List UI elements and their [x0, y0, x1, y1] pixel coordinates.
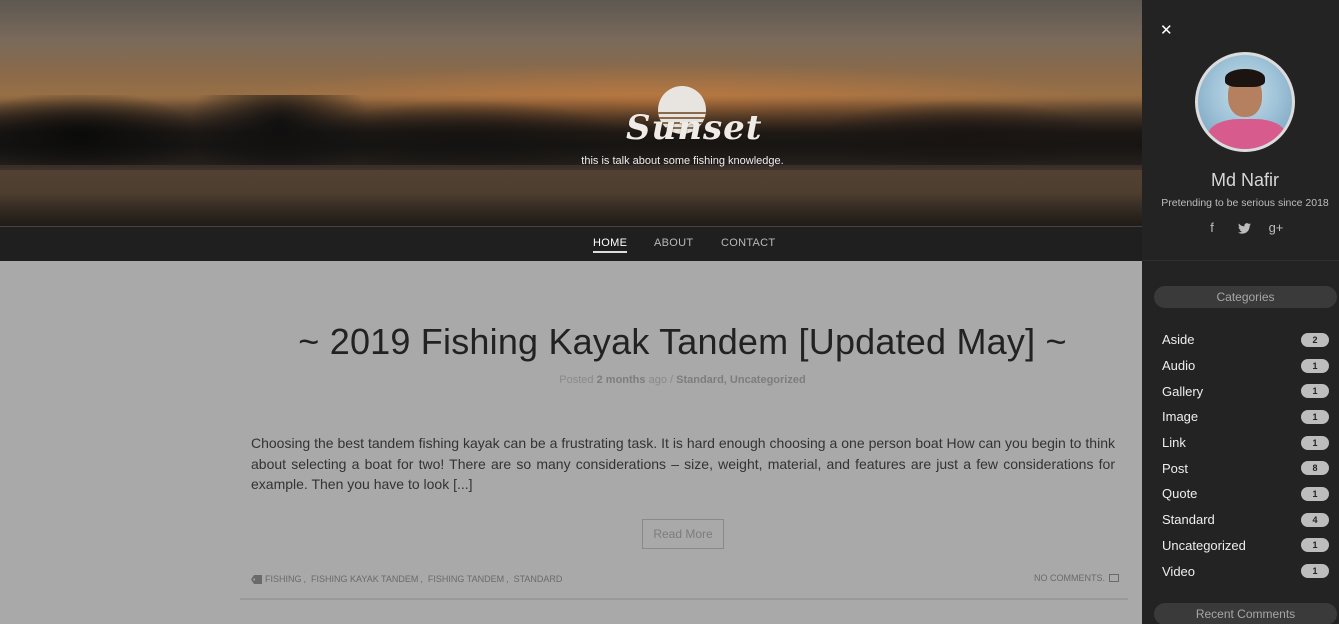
post-divider: [240, 598, 1128, 600]
google-plus-icon[interactable]: g+: [1268, 220, 1284, 236]
recent-comments-widget-title: Recent Comments: [1154, 603, 1337, 624]
sidebar-divider: [1142, 260, 1339, 261]
count-badge: 8: [1301, 461, 1329, 476]
post-tags: FISHING, FISHING KAYAK TANDEM, FISHING T…: [251, 572, 562, 586]
comments-label: NO COMMENTS.: [1034, 573, 1105, 583]
main-navigation: HOME ABOUT CONTACT: [0, 226, 1142, 261]
site-tagline: this is talk about some fishing knowledg…: [581, 155, 784, 167]
meta-ago-label: ago: [648, 374, 667, 386]
read-more-button[interactable]: Read More: [642, 519, 724, 549]
nav-contact[interactable]: CONTACT: [721, 237, 775, 249]
meta-time: 2 months: [596, 374, 646, 386]
count-badge: 1: [1301, 409, 1329, 424]
post-meta: Posted 2 months ago / Standard, Uncatego…: [0, 374, 1339, 386]
header-hero: Sunset this is talk about some fishing k…: [0, 0, 1142, 226]
categories-widget-title: Categories: [1154, 286, 1337, 308]
sidebar-panel: ✕ Md Nafir Pretending to be serious sinc…: [1142, 0, 1339, 624]
category-item[interactable]: Uncategorized 1: [1162, 533, 1329, 559]
count-badge: 1: [1301, 538, 1329, 553]
categories-list: Aside 2 Audio 1 Gallery 1 Image 1 Link 1 Post…: [1162, 327, 1329, 584]
tag-link[interactable]: FISHING TANDEM: [428, 574, 504, 584]
count-badge: 1: [1301, 358, 1329, 373]
category-item[interactable]: Audio 1: [1162, 353, 1329, 379]
nav-about[interactable]: ABOUT: [654, 237, 693, 249]
post-title[interactable]: ~ 2019 Fishing Kayak Tandem [Updated May…: [0, 321, 1339, 363]
meta-separator: /: [670, 374, 674, 386]
count-badge: 1: [1301, 384, 1329, 399]
comment-icon: [1109, 574, 1119, 582]
nav-home[interactable]: HOME: [593, 237, 628, 253]
count-badge: 1: [1301, 486, 1329, 501]
category-item[interactable]: Quote 1: [1162, 481, 1329, 507]
meta-posted-label: Posted: [559, 374, 594, 386]
post-excerpt: Choosing the best tandem fishing kayak c…: [251, 435, 1115, 492]
category-item[interactable]: Aside 2: [1162, 327, 1329, 353]
tag-icon: [251, 574, 262, 584]
avatar: [1195, 52, 1295, 152]
count-badge: 1: [1301, 435, 1329, 450]
category-item[interactable]: Gallery 1: [1162, 378, 1329, 404]
tag-link[interactable]: FISHING: [265, 574, 302, 584]
category-item[interactable]: Link 1: [1162, 430, 1329, 456]
profile-name: Md Nafir: [1210, 170, 1279, 190]
count-badge: 2: [1301, 332, 1329, 347]
twitter-icon[interactable]: [1236, 220, 1252, 236]
site-logo[interactable]: Sunset: [582, 84, 763, 154]
logo-text: Sunset: [626, 108, 763, 148]
meta-categories[interactable]: Standard, Uncategorized: [676, 374, 806, 386]
water-reflection: [0, 170, 1142, 226]
category-item[interactable]: Standard 4: [1162, 507, 1329, 533]
category-item[interactable]: Post 8: [1162, 455, 1329, 481]
close-icon[interactable]: ✕: [1160, 20, 1176, 40]
facebook-icon[interactable]: f: [1204, 220, 1220, 236]
tag-link[interactable]: FISHING KAYAK TANDEM: [311, 574, 418, 584]
count-badge: 1: [1301, 564, 1329, 579]
main-content: ~ 2019 Fishing Kayak Tandem [Updated May…: [0, 261, 1142, 624]
comments-link[interactable]: NO COMMENTS.: [1034, 573, 1119, 583]
count-badge: 4: [1301, 512, 1329, 527]
social-links: f g+: [1204, 220, 1284, 236]
category-item[interactable]: Video 1: [1162, 558, 1329, 584]
tag-link[interactable]: STANDARD: [514, 574, 563, 584]
category-item[interactable]: Image 1: [1162, 404, 1329, 430]
profile-bio: Pretending to be serious since 2018: [1161, 197, 1329, 209]
